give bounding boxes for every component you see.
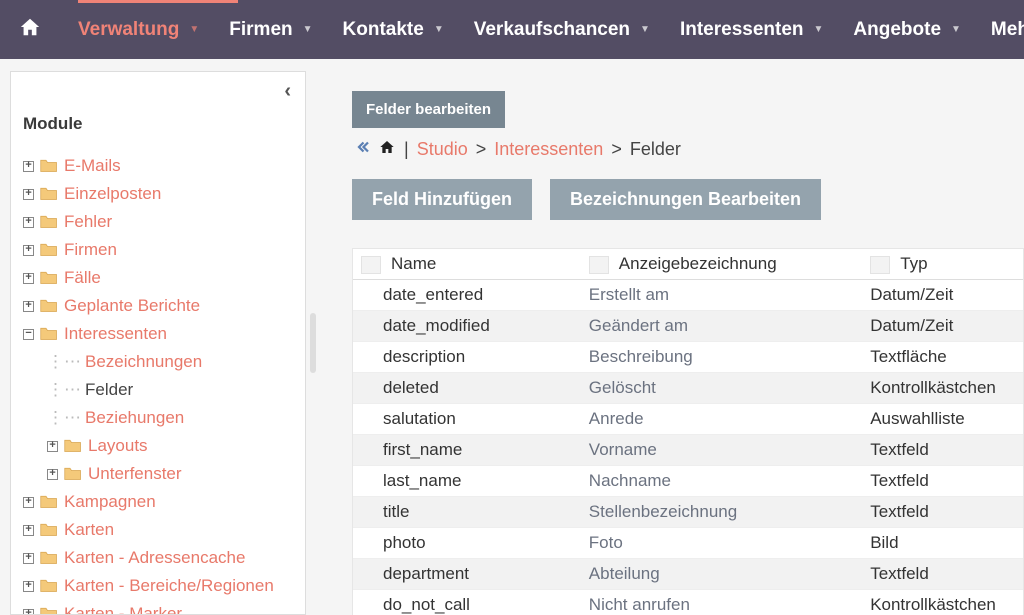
tree-subitem[interactable]: +Unterfenster [23, 460, 293, 488]
breadcrumb-module[interactable]: Interessenten [494, 139, 603, 160]
table-row[interactable]: do_not_callNicht anrufenKontrollkästchen [353, 590, 1023, 615]
tree-subitem[interactable]: +Layouts [23, 432, 293, 460]
tree-item[interactable]: +Karten - Adressencache [23, 544, 293, 572]
edit-labels-button[interactable]: Bezeichnungen Bearbeiten [550, 179, 821, 220]
sidebar-collapse-icon[interactable]: ‹ [284, 80, 291, 103]
nav-item-verwaltung[interactable]: Verwaltung▼ [62, 13, 213, 47]
tree-subitem[interactable]: ⋮⋯Bezeichnungen [23, 348, 293, 376]
home-icon[interactable] [18, 16, 42, 43]
nav-item-mehr[interactable]: Mehr▼ [975, 13, 1024, 47]
folder-icon [64, 460, 82, 488]
table-row[interactable]: photoFotoBild [353, 528, 1023, 559]
folder-icon [40, 180, 58, 208]
tree-item[interactable]: −Interessenten [23, 320, 293, 348]
col-name[interactable]: Name [391, 254, 436, 273]
col-display[interactable]: Anzeigebezeichnung [619, 254, 777, 273]
tree-toggle[interactable]: + [23, 161, 34, 172]
tree-toggle[interactable]: + [23, 553, 34, 564]
tab-fields-edit[interactable]: Felder bearbeiten [352, 91, 505, 128]
add-field-button[interactable]: Feld Hinzufügen [352, 179, 532, 220]
table-row[interactable]: first_nameVornameTextfeld [353, 435, 1023, 466]
top-nav: Verwaltung▼Firmen▼Kontakte▼Verkaufschanc… [0, 0, 1024, 59]
tree-item[interactable]: +Firmen [23, 236, 293, 264]
chevron-down-icon: ▼ [640, 24, 650, 35]
nav-item-kontakte[interactable]: Kontakte▼ [327, 13, 458, 47]
table-row[interactable]: date_modifiedGeändert amDatum/Zeit [353, 311, 1023, 342]
folder-icon [40, 152, 58, 180]
nav-item-verkaufschancen[interactable]: Verkaufschancen▼ [458, 13, 664, 47]
main-content: Felder bearbeiten | Studio > Interessent… [316, 71, 1024, 615]
tree-item[interactable]: +Karten - Bereiche/Regionen [23, 572, 293, 600]
tree-item[interactable]: +Karten - Marker [23, 600, 293, 615]
tree-subitem[interactable]: ⋮⋯Beziehungen [23, 404, 293, 432]
tree-item[interactable]: +Fehler [23, 208, 293, 236]
col-name-sort[interactable] [361, 256, 381, 274]
chevron-down-icon: ▼ [951, 24, 961, 35]
tree-toggle[interactable]: + [47, 469, 58, 480]
tree-toggle[interactable]: + [23, 189, 34, 200]
tree-toggle[interactable]: + [23, 301, 34, 312]
table-row[interactable]: deletedGelöschtKontrollkästchen [353, 373, 1023, 404]
tree-toggle[interactable]: − [23, 329, 34, 340]
tree-toggle[interactable]: + [23, 525, 34, 536]
nav-active-indicator [78, 0, 238, 3]
nav-item-interessenten[interactable]: Interessenten▼ [664, 13, 837, 47]
tree-toggle[interactable]: + [23, 497, 34, 508]
folder-icon [40, 236, 58, 264]
sidebar-title: Module [23, 114, 293, 134]
folder-icon [40, 264, 58, 292]
sidebar: ‹ Module +E-Mails+Einzelposten+Fehler+Fi… [10, 71, 306, 615]
breadcrumb-studio[interactable]: Studio [417, 139, 468, 160]
folder-icon [40, 516, 58, 544]
tree-toggle[interactable]: + [23, 245, 34, 256]
folder-icon [40, 488, 58, 516]
col-type-sort[interactable] [870, 256, 890, 274]
table-row[interactable]: departmentAbteilungTextfeld [353, 559, 1023, 590]
folder-icon [40, 208, 58, 236]
folder-icon [64, 432, 82, 460]
tree-toggle[interactable]: + [23, 609, 34, 615]
tree-toggle[interactable]: + [23, 581, 34, 592]
breadcrumb-home-icon[interactable] [378, 139, 396, 160]
tree-item[interactable]: +Fälle [23, 264, 293, 292]
tree-subitem[interactable]: ⋮⋯Felder [23, 376, 293, 404]
chevron-down-icon: ▼ [303, 24, 313, 35]
chevron-down-icon: ▼ [189, 24, 199, 35]
table-row[interactable]: descriptionBeschreibungTextfläche [353, 342, 1023, 373]
table-row[interactable]: titleStellenbezeichnungTextfeld [353, 497, 1023, 528]
tree-toggle[interactable]: + [47, 441, 58, 452]
breadcrumb: | Studio > Interessenten > Felder [352, 138, 1024, 161]
nav-item-firmen[interactable]: Firmen▼ [213, 13, 326, 47]
tree-item[interactable]: +Einzelposten [23, 180, 293, 208]
fields-table: Name Anzeigebezeichnung Typ date_entered… [352, 248, 1024, 615]
module-tree: +E-Mails+Einzelposten+Fehler+Firmen+Fäll… [23, 152, 293, 615]
tree-toggle[interactable]: + [23, 273, 34, 284]
folder-icon [40, 600, 58, 615]
back-arrow-icon[interactable] [352, 138, 372, 161]
table-row[interactable]: last_nameNachnameTextfeld [353, 466, 1023, 497]
chevron-down-icon: ▼ [434, 24, 444, 35]
tree-item[interactable]: +Karten [23, 516, 293, 544]
tree-item[interactable]: +E-Mails [23, 152, 293, 180]
col-type[interactable]: Typ [900, 254, 927, 273]
tree-item[interactable]: +Geplante Berichte [23, 292, 293, 320]
folder-icon [40, 320, 58, 348]
chevron-down-icon: ▼ [814, 24, 824, 35]
tree-item[interactable]: +Kampagnen [23, 488, 293, 516]
table-row[interactable]: salutationAnredeAuswahlliste [353, 404, 1023, 435]
col-display-sort[interactable] [589, 256, 609, 274]
folder-icon [40, 572, 58, 600]
folder-icon [40, 292, 58, 320]
tree-toggle[interactable]: + [23, 217, 34, 228]
breadcrumb-current: Felder [630, 139, 681, 160]
table-row[interactable]: date_enteredErstellt amDatum/Zeit [353, 280, 1023, 311]
nav-item-angebote[interactable]: Angebote▼ [837, 13, 975, 47]
folder-icon [40, 544, 58, 572]
